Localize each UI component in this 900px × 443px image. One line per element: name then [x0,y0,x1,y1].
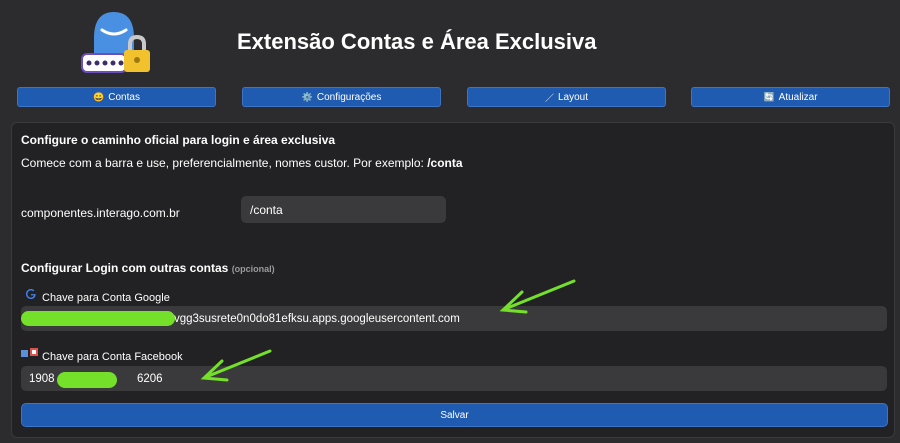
green-arrow-icon [499,279,576,314]
annotation-arrows [200,279,576,382]
green-arrow-icon [200,349,272,382]
